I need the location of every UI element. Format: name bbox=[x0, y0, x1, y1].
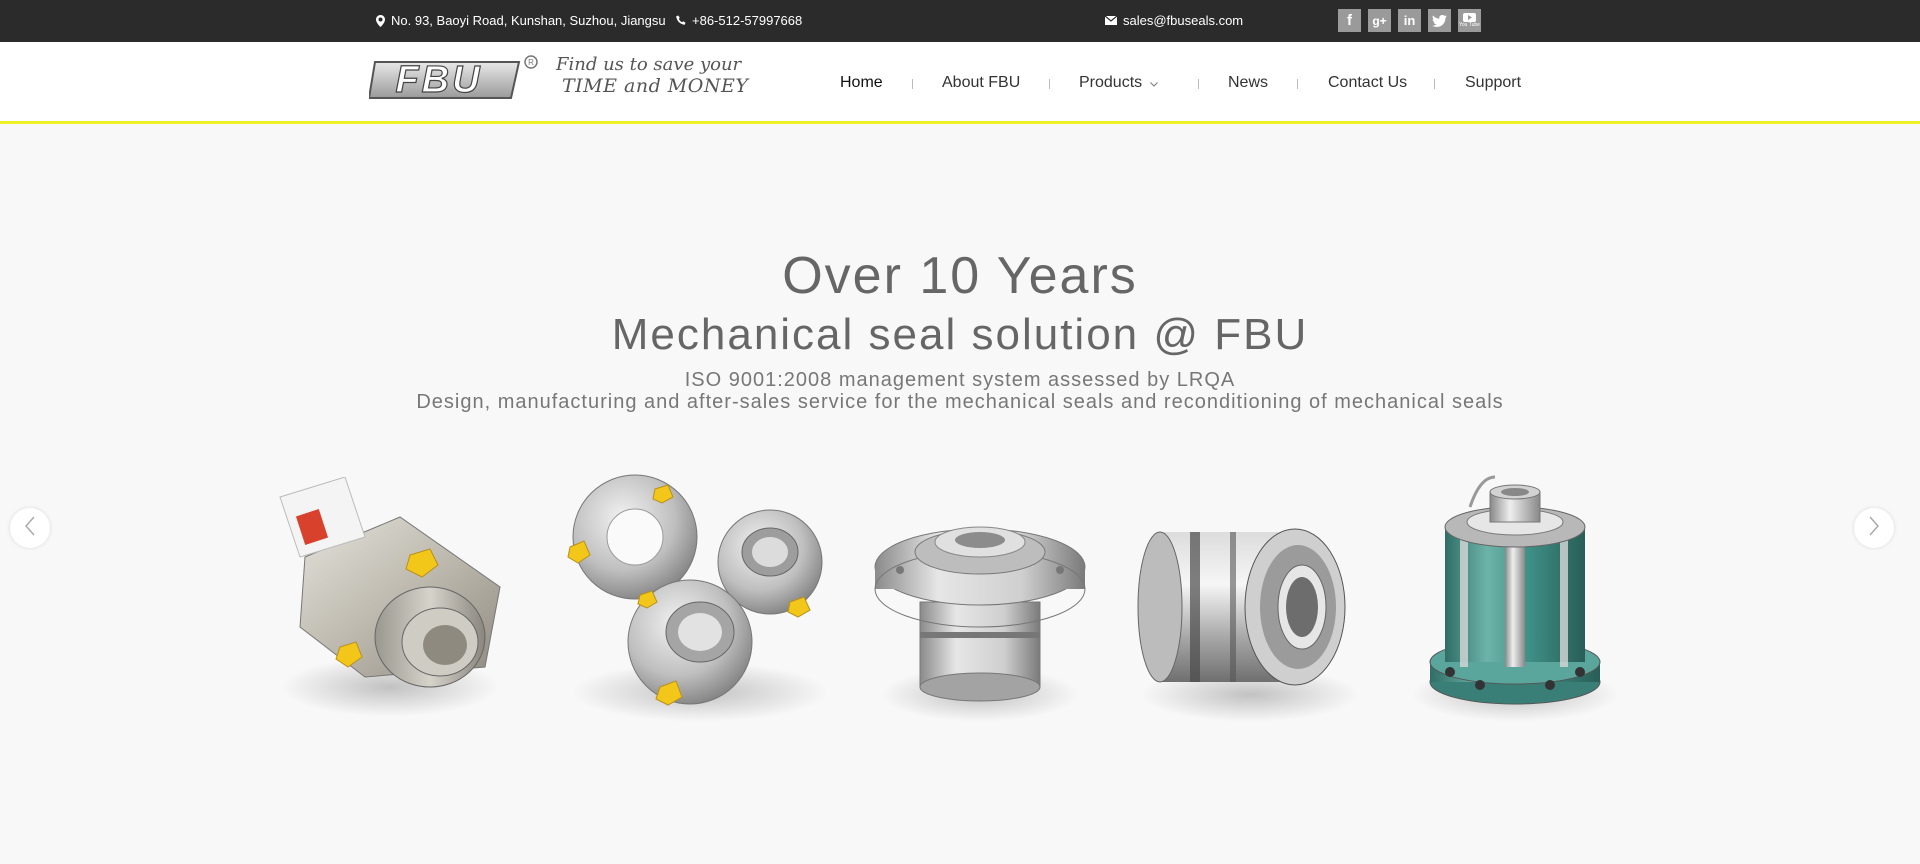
nav-label: News bbox=[1228, 74, 1269, 91]
nav-item-news[interactable]: News bbox=[1228, 74, 1268, 92]
linkedin-icon[interactable]: in bbox=[1398, 9, 1421, 32]
email-link[interactable]: sales@fbuseals.com bbox=[1105, 13, 1243, 28]
hero-line-2: Design, manufacturing and after-sales se… bbox=[416, 391, 1504, 413]
product-image-seal-group bbox=[560, 467, 840, 727]
product-image-cartridge-seal bbox=[270, 477, 520, 727]
nav-label: Home bbox=[840, 74, 883, 91]
address-text: No. 93, Baoyi Road, Kunshan, Suzhou, Jia… bbox=[391, 13, 666, 28]
nav-item-home[interactable]: Home bbox=[840, 74, 883, 92]
nav-label: Support bbox=[1465, 74, 1522, 91]
youtube-icon[interactable]: You Tube bbox=[1458, 9, 1481, 32]
hero-subtitle: Mechanical seal solution @ FBU bbox=[611, 310, 1309, 359]
slider-next-button[interactable] bbox=[1854, 508, 1894, 548]
nav-label: Contact Us bbox=[1328, 74, 1408, 91]
nav-label: About FBU bbox=[942, 74, 1021, 91]
envelope-icon bbox=[1105, 16, 1117, 25]
map-marker-icon bbox=[376, 14, 385, 27]
facebook-icon[interactable]: f bbox=[1338, 9, 1361, 32]
product-image-teal-seal bbox=[1410, 467, 1620, 727]
nav-divider bbox=[1049, 79, 1050, 89]
email-text: sales@fbuseals.com bbox=[1123, 13, 1244, 28]
nav-item-contact[interactable]: Contact Us bbox=[1328, 74, 1407, 92]
nav-item-products[interactable]: Products bbox=[1079, 74, 1158, 92]
youtube-label: You Tube bbox=[1459, 22, 1480, 28]
svg-text:R: R bbox=[528, 58, 534, 67]
top-bar: No. 93, Baoyi Road, Kunshan, Suzhou, Jia… bbox=[0, 0, 1920, 42]
nav-divider bbox=[1434, 79, 1435, 89]
nav-label: Products bbox=[1079, 74, 1143, 91]
hero-slider: Over 10 Years Mechanical seal solution @… bbox=[0, 127, 1920, 864]
site-header: FBU R Find us to save your TIME and MONE… bbox=[0, 42, 1920, 124]
product-image-cylinder-seal bbox=[1130, 492, 1370, 732]
address-info: No. 93, Baoyi Road, Kunshan, Suzhou, Jia… bbox=[376, 13, 666, 28]
hero-line-1: ISO 9001:2008 management system assessed… bbox=[684, 369, 1236, 391]
nav-divider bbox=[912, 79, 913, 89]
phone-info[interactable]: +86-512-57997668 bbox=[676, 13, 802, 28]
chevron-down-icon bbox=[1150, 74, 1158, 92]
nav-divider bbox=[1297, 79, 1298, 89]
nav-item-support[interactable]: Support bbox=[1465, 74, 1521, 92]
social-links: f g+ in You Tube bbox=[1338, 9, 1481, 32]
phone-icon bbox=[676, 15, 687, 26]
tagline-line-1: Find us to save your bbox=[556, 54, 742, 75]
phone-text: +86-512-57997668 bbox=[692, 13, 803, 28]
main-nav: Home About FBU Products News Contact Us … bbox=[0, 74, 1920, 98]
nav-item-about[interactable]: About FBU bbox=[942, 74, 1020, 92]
product-image-flanged-seal bbox=[870, 482, 1090, 732]
twitter-icon[interactable] bbox=[1428, 9, 1451, 32]
nav-divider bbox=[1198, 79, 1199, 89]
hero-title: Over 10 Years bbox=[782, 247, 1138, 305]
chevron-left-icon bbox=[24, 516, 36, 541]
slider-prev-button[interactable] bbox=[10, 508, 50, 548]
google-plus-icon[interactable]: g+ bbox=[1368, 9, 1391, 32]
chevron-right-icon bbox=[1868, 516, 1880, 541]
